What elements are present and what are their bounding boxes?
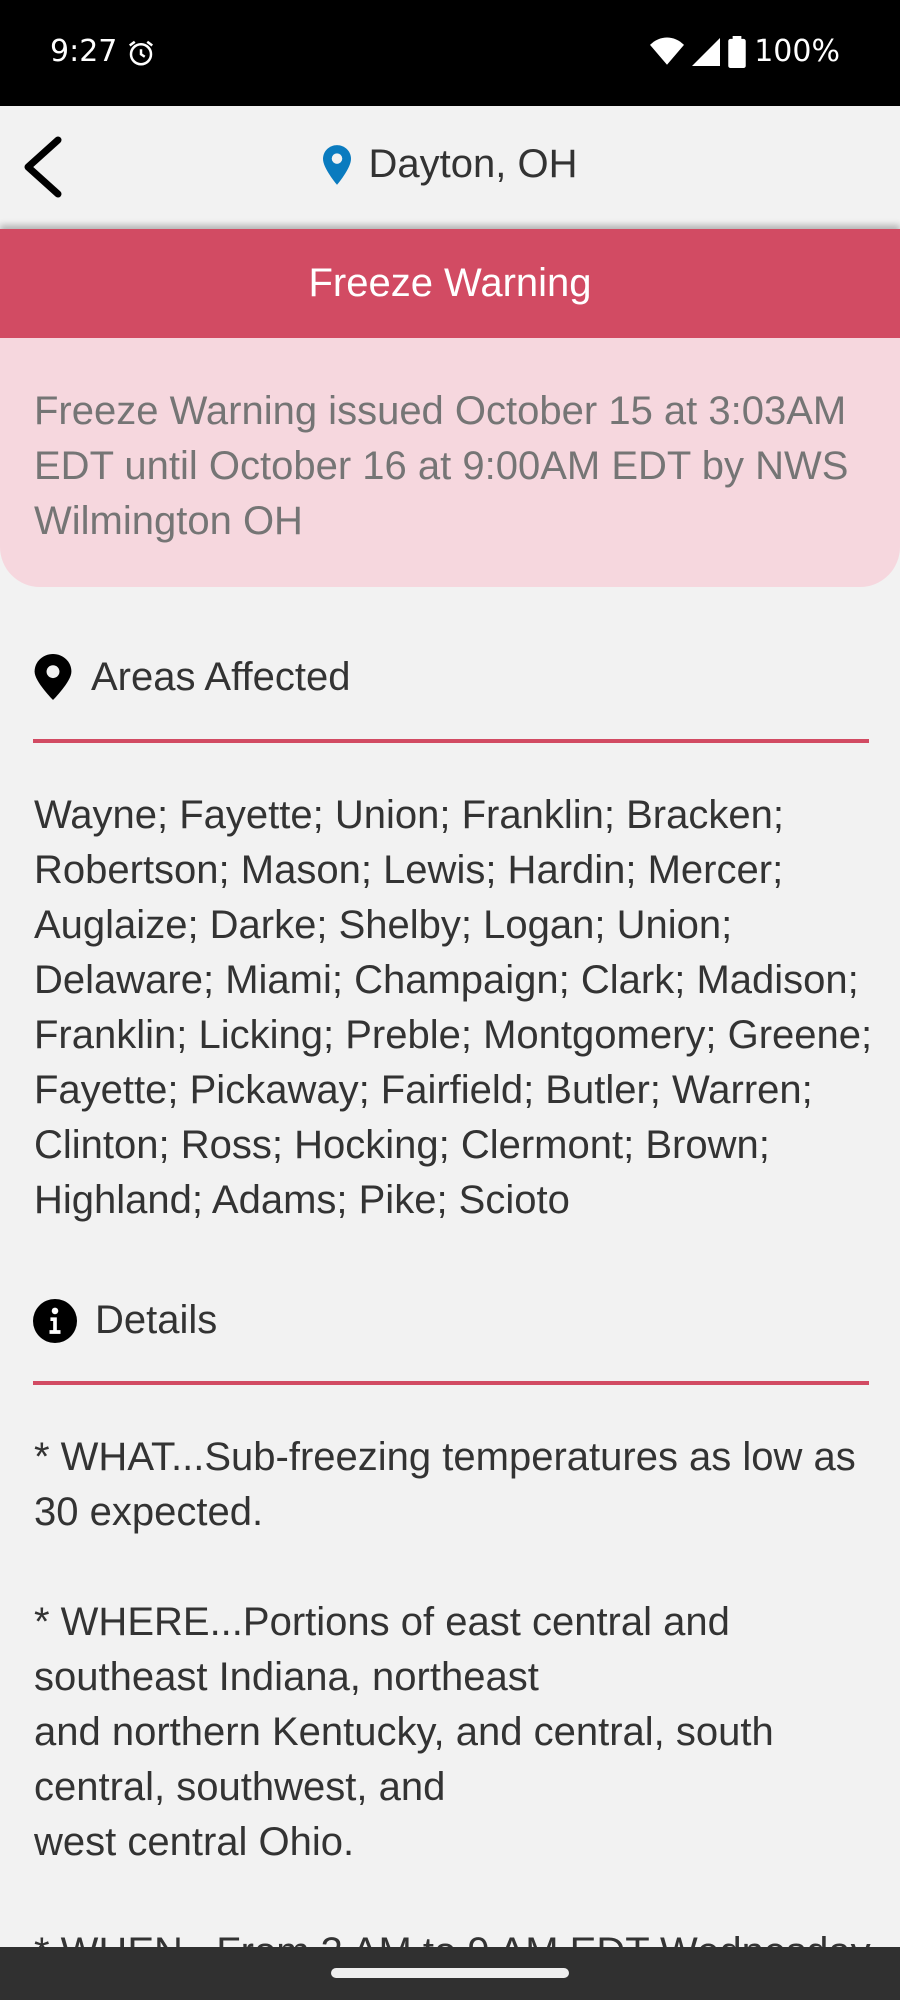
details-text: * WHAT...Sub-freezing temperatures as lo…: [34, 1435, 871, 1974]
battery-icon: [728, 35, 746, 68]
section-divider: [33, 1381, 869, 1385]
status-icons: 100%: [650, 34, 840, 69]
section-divider: [33, 739, 869, 743]
status-bar: 9:27 100%: [0, 0, 900, 106]
navigation-bar: [0, 1947, 900, 2000]
details-header: Details: [33, 1298, 217, 1343]
alert-summary: Freeze Warning issued October 15 at 3:03…: [34, 389, 849, 543]
alert-title: Freeze Warning: [308, 261, 592, 305]
battery-percent: 100%: [754, 34, 840, 69]
signal-icon: [692, 37, 721, 66]
location-title: Dayton, OH: [0, 142, 900, 187]
areas-affected-title: Areas Affected: [91, 654, 351, 699]
info-icon: [33, 1298, 77, 1343]
status-time: 9:27: [50, 34, 118, 69]
map-pin-icon: [34, 654, 72, 700]
areas-affected-list: Wayne; Fayette; Union; Franklin; Bracken…: [34, 793, 873, 1222]
details-title: Details: [95, 1298, 218, 1342]
alert-summary-card: Freeze Warning issued October 15 at 3:03…: [0, 338, 900, 587]
alarm-icon: [129, 40, 153, 66]
map-pin-icon: [322, 144, 351, 185]
wifi-icon: [650, 36, 685, 65]
location-name: Dayton, OH: [368, 142, 578, 186]
areas-affected-header: Areas Affected: [33, 654, 350, 700]
home-gesture-handle[interactable]: [331, 1968, 569, 1978]
alert-title-bar: Freeze Warning: [0, 229, 900, 338]
app-bar: Dayton, OH: [0, 106, 900, 229]
